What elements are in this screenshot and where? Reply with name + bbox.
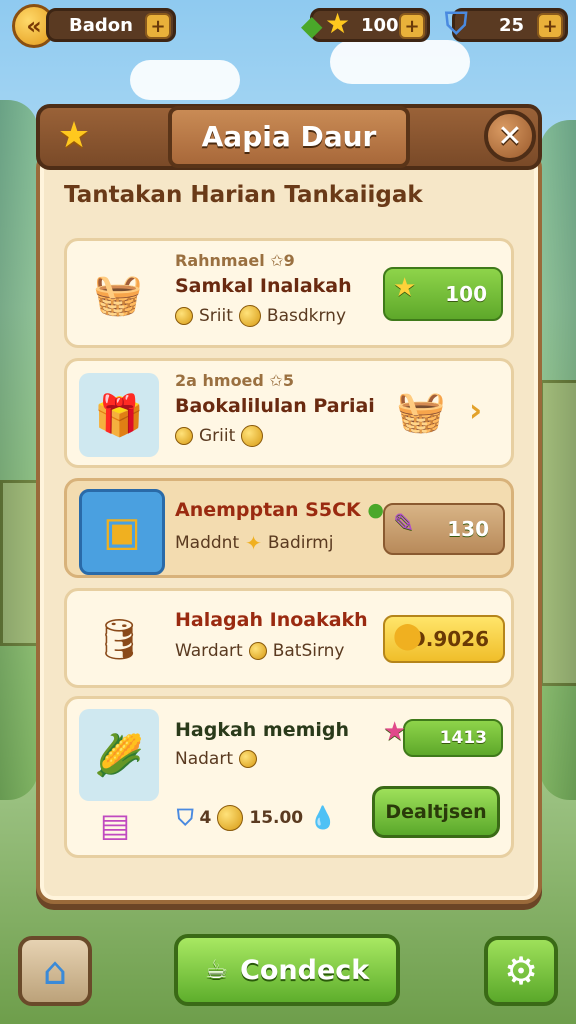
quest-title: Halagah Inoakakh xyxy=(175,609,368,631)
quest-card[interactable]: 🎁 2a hmoed ✩5 Baokalilulan Pariai Griit … xyxy=(64,358,514,468)
quest-title: Hagkah memigh xyxy=(175,719,350,741)
gold-coin-icon: ⬤ xyxy=(393,621,423,651)
cost-a: 4 xyxy=(199,808,212,828)
leaf-icon: ◆ xyxy=(301,9,323,42)
home-icon: ⌂ xyxy=(42,949,68,993)
quest-meta: Wardart BatSirny xyxy=(175,641,345,661)
quest-meta-b: Badirmj xyxy=(267,533,334,553)
cost-b: 15.00 xyxy=(249,808,304,828)
player-name: Badon xyxy=(69,14,133,36)
panel-subtitle: Tantakan Harian Tankaiigak xyxy=(64,182,423,208)
claim-button[interactable]: Dealtjsen xyxy=(372,786,500,838)
quest-meta-a: Sriit xyxy=(199,306,233,326)
star-add-button[interactable]: + xyxy=(399,13,425,39)
coin-icon xyxy=(175,427,193,445)
panel-title: Aapia Daur xyxy=(168,106,410,168)
home-button[interactable]: ⌂ xyxy=(18,936,92,1006)
coin-icon xyxy=(175,307,193,325)
coin-icon xyxy=(238,305,261,327)
quest-meta: Griit xyxy=(175,425,264,447)
back-arrow-icon: « xyxy=(26,12,42,40)
quest-meta-a: Nadart xyxy=(175,749,233,769)
reward-value: 130 xyxy=(447,517,489,541)
star-badge-icon: ★ xyxy=(57,115,91,156)
cornucopia-icon: 🌽 xyxy=(79,709,159,801)
coin-icon xyxy=(239,750,257,768)
quest-meta-a: Maddnt xyxy=(175,533,240,553)
treasure-basket-icon: 🧺 xyxy=(396,388,446,435)
quest-card[interactable]: 🧺 Rahnmael ✩9 Samkal Inalakah Sriit Basd… xyxy=(64,238,514,348)
shield-add-button[interactable]: + xyxy=(537,13,563,39)
quest-tag: 2a hmoed ✩5 xyxy=(175,371,294,390)
reward-badge: ★ 1413 xyxy=(383,717,503,757)
star-reward-icon: ★ xyxy=(383,717,407,747)
sparkle-icon: ✦ xyxy=(245,531,262,555)
shield-icon: ⛉ xyxy=(445,7,468,42)
quest-card[interactable]: ▣ Anempptan S5CK ● Maddnt ✦ Badirmj ✎ 13… xyxy=(64,478,514,578)
chef-icon: ☕ xyxy=(204,955,229,985)
shield-count: 25 xyxy=(499,14,525,36)
quest-card[interactable]: 🛢 Halagah Inoakakh Wardart BatSirny ⬤ D.… xyxy=(64,588,514,688)
coin-icon xyxy=(241,425,264,447)
quest-meta: Sriit Basdkrny xyxy=(175,305,346,327)
wooden-basket-icon: 🧺 xyxy=(93,271,143,318)
reward-badge: ⬤ D.9026 xyxy=(383,615,505,663)
star-reward-icon: ★ xyxy=(393,273,417,303)
reward-badge: ★ 100 xyxy=(383,267,503,321)
close-button[interactable]: ✕ xyxy=(484,110,536,162)
quest-meta-b: BatSirny xyxy=(272,641,345,661)
quest-meta-b: Basdkrny xyxy=(266,306,347,326)
quest-cost: ⛉ 4 15.00 💧 xyxy=(177,805,337,831)
quest-meta: Maddnt ✦ Badirmj xyxy=(175,531,333,555)
coin-icon xyxy=(248,642,267,660)
quest-tag: Rahnmael ✩9 xyxy=(175,251,295,270)
player-add-button[interactable]: + xyxy=(145,13,171,39)
gear-icon: ⚙ xyxy=(503,949,539,993)
top-bar: « Badon + ◆ ★ 100 + ⛉ 25 + xyxy=(0,4,576,48)
reward-value: 1413 xyxy=(439,728,487,748)
chevron-right-icon[interactable]: › xyxy=(469,391,482,429)
popsicle-icon: ✎ xyxy=(393,509,415,539)
close-icon: ✕ xyxy=(497,118,523,154)
quest-meta: Nadart xyxy=(175,749,257,769)
quest-title: Samkal Inalakah xyxy=(175,275,352,297)
gift-basket-icon: 🎁 xyxy=(79,373,159,457)
star-counter: ◆ ★ 100 + xyxy=(301,7,430,42)
star-count: 100 xyxy=(361,14,399,36)
reward-value: 100 xyxy=(445,282,487,306)
lemon-coin-icon xyxy=(217,805,244,831)
star-icon: ★ xyxy=(325,7,351,40)
treasure-chest-icon: ▣ xyxy=(79,489,165,575)
gift-chest-icon: ▤ xyxy=(99,806,131,844)
leaf-icon: ● xyxy=(367,499,384,521)
blue-shield-icon: ⛉ xyxy=(177,805,194,831)
shield-counter: ⛉ 25 + xyxy=(445,7,568,42)
quest-title: Anempptan S5CK ● xyxy=(175,499,384,521)
quest-meta-a: Griit xyxy=(199,426,236,446)
water-drop-icon: 💧 xyxy=(309,805,337,831)
quest-title: Baokalilulan Pariai xyxy=(175,395,375,417)
main-action-button[interactable]: ☕ Condeck xyxy=(174,934,400,1006)
player-name-pill: Badon + xyxy=(46,8,176,42)
main-action-label: Condeck xyxy=(240,954,370,986)
reward-badge: ✎ 130 xyxy=(383,503,505,555)
settings-button[interactable]: ⚙ xyxy=(484,936,558,1006)
barrel-icon: 🛢 xyxy=(93,616,145,663)
quest-meta-a: Wardart xyxy=(175,641,243,661)
